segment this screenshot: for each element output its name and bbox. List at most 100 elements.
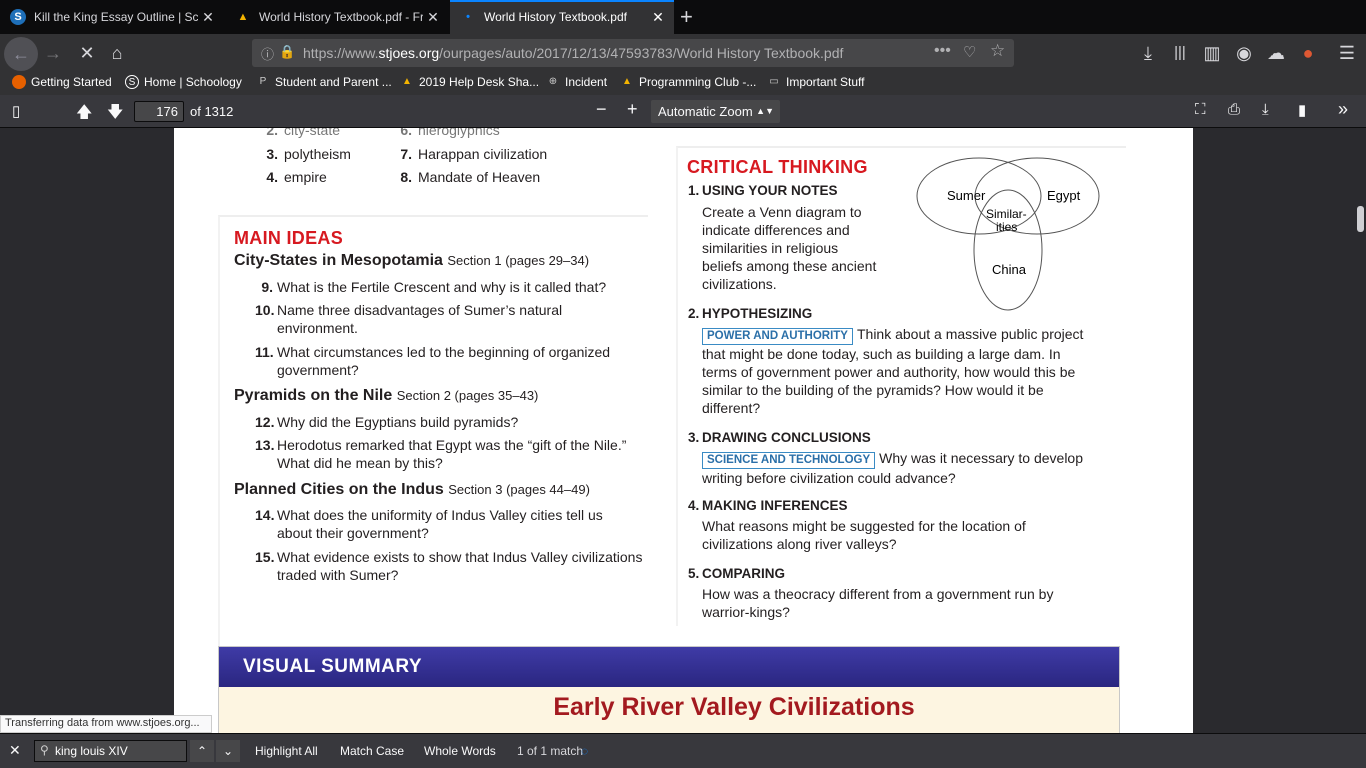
tab-pdf-active[interactable]: • World History Textbook.pdf ✕ (450, 0, 674, 34)
find-bar: ✕ king louis XIV ⚲ ⌃ ⌄ Highlight All Mat… (0, 733, 1366, 768)
downloads-icon[interactable]: ⤓ (1133, 39, 1163, 67)
bookmark-important-stuff[interactable]: ▭ Important Stuff (767, 75, 864, 89)
item-text: SCIENCE AND TECHNOLOGY Why was it necessa… (702, 450, 1084, 486)
critical-thinking-title: CRITICAL THINKING (687, 157, 868, 177)
back-button[interactable]: ← (4, 37, 38, 71)
pdf-viewer[interactable]: 2. city-state 6. hieroglyphics 3. polytheis… (0, 128, 1366, 733)
navigation-toolbar: ← → ✕ ⌂ ⓘ 🔒 https://www.stjoes.org/ourpa… (0, 34, 1366, 72)
bookmark-icon[interactable]: ▮ (1298, 101, 1306, 119)
question: 15. What evidence exists to show that Ind… (255, 549, 643, 583)
theme-tag: POWER AND AUTHORITY (702, 328, 853, 345)
url-bar[interactable]: ⓘ 🔒 https://www.stjoes.org/ourpages/auto… (252, 39, 1014, 67)
tab-drive-pdf[interactable]: ▲ World History Textbook.pdf - Fr ✕ (225, 0, 449, 34)
bookmark-getting-started[interactable]: Getting Started (12, 75, 112, 89)
schoology-icon: S (125, 75, 139, 89)
item-heading: 1. USING YOUR NOTES (688, 183, 838, 198)
bookmark-student-parent[interactable]: P Student and Parent ... (256, 75, 392, 89)
page-number-input[interactable]: 176 (134, 101, 184, 122)
question: 9. What is the Fertile Crescent and why i… (261, 279, 607, 295)
loading-spinner-icon: ◌ (581, 744, 589, 758)
item-heading: 4. MAKING INFERENCES (688, 498, 848, 513)
match-case-checkbox[interactable]: Match Case (340, 740, 404, 762)
item-heading: 5. COMPARING (688, 566, 785, 581)
bookmark-programming-club[interactable]: ▲ Programming Club -... (620, 75, 756, 89)
bookmarks-toolbar: Getting Started S Home | Schoology P Stude… (0, 72, 1366, 95)
status-text: Transferring data from www.stjoes.org... (0, 715, 212, 733)
stop-button[interactable]: ✕ (72, 39, 102, 67)
tools-icon[interactable]: » (1338, 99, 1348, 120)
menu-icon[interactable]: ☰ (1332, 39, 1362, 67)
zoom-select[interactable]: Automatic Zoom ▲▼ (651, 100, 780, 123)
venn-label-mid: ities (996, 220, 1017, 234)
pocket-icon[interactable]: ♡ (963, 43, 976, 61)
duckduckgo-icon[interactable]: ● (1293, 39, 1323, 67)
tab-schoology[interactable]: S Kill the King Essay Outline | Sch ✕ (0, 0, 224, 34)
theme-tag: SCIENCE AND TECHNOLOGY (702, 452, 876, 469)
page-icon: P (259, 76, 267, 87)
critical-thinking-box: CRITICAL THINKING 1. USING YOUR NOTES Cre… (676, 146, 1126, 626)
whole-words-checkbox[interactable]: Whole Words (424, 740, 496, 762)
tab-title: World History Textbook.pdf (484, 10, 627, 24)
visual-summary-title: Early River Valley Civilizations (553, 693, 915, 721)
new-tab-button[interactable]: + (680, 4, 693, 30)
search-icon: ⚲ (40, 743, 49, 757)
info-icon[interactable]: ⓘ (261, 44, 274, 63)
zoom-out-icon[interactable]: − (596, 99, 607, 120)
highlight-all-checkbox[interactable]: Highlight All (255, 740, 318, 762)
visual-summary-heading: VISUAL SUMMARY (219, 647, 1119, 687)
vocab-cut: 2. city-state (266, 128, 341, 138)
google-drive-icon: ▲ (622, 76, 632, 87)
close-tab-icon[interactable]: ✕ (198, 9, 218, 26)
find-next-button[interactable]: ⌄ (216, 740, 240, 762)
print-icon[interactable]: ⎙ (1228, 101, 1240, 118)
close-tab-icon[interactable]: ✕ (648, 9, 668, 26)
presentation-mode-icon[interactable]: ⛶ (1195, 101, 1206, 118)
vocab-cut: 6. hieroglyphics (400, 128, 500, 138)
next-page-icon[interactable]: 🡇 (107, 101, 123, 128)
visual-summary: VISUAL SUMMARY Early River Valley Civili… (218, 646, 1120, 733)
main-ideas-box: MAIN IDEAS City-States in Mesopotamia Se… (218, 215, 648, 675)
find-input[interactable]: king louis XIV (34, 740, 187, 762)
question: 13. Herodotus remarked that Egypt was the… (255, 437, 627, 471)
library-icon[interactable]: ||| (1165, 39, 1195, 67)
download-icon[interactable]: ⤓ (1262, 101, 1269, 118)
google-drive-icon: ▲ (237, 11, 249, 23)
tab-title: World History Textbook.pdf - Fr (259, 10, 423, 24)
close-find-icon[interactable]: ✕ (9, 742, 21, 759)
sidebar-toggle-icon[interactable]: ▯ (12, 102, 20, 120)
section-heading: City-States in Mesopotamia Section 1 (pa… (234, 252, 590, 269)
folder-icon: ▭ (769, 76, 779, 87)
venn-label-mid: Similar- (986, 207, 1027, 221)
forward-button[interactable]: → (38, 39, 68, 67)
main-ideas-title: MAIN IDEAS (234, 228, 344, 248)
bookmark-schoology[interactable]: S Home | Schoology (125, 75, 242, 89)
question: 11. What circumstances led to the beginni… (255, 344, 611, 378)
venn-label-egypt: Egypt (1047, 188, 1081, 203)
item-text: Create a Venn diagram to indicate differ… (702, 204, 877, 292)
venn-diagram: Sumer Egypt China Similar- ities (916, 157, 1100, 311)
sidebar-icon[interactable]: ▥ (1197, 39, 1227, 67)
venn-label-china: China (992, 262, 1027, 277)
find-previous-button[interactable]: ⌃ (190, 740, 214, 762)
home-button[interactable]: ⌂ (102, 39, 132, 67)
previous-page-icon[interactable]: 🡅 (76, 101, 92, 128)
lock-icon[interactable]: 🔒 (279, 44, 295, 60)
vocab-item: 4. empire (266, 169, 327, 185)
url-text[interactable]: https://www.stjoes.org/ourpages/auto/201… (303, 45, 843, 61)
bookmark-star-icon[interactable]: ☆ (990, 41, 1005, 61)
extension-icon[interactable]: ☁ (1261, 39, 1291, 67)
page-actions-icon[interactable]: ••• (934, 42, 951, 60)
item-text: POWER AND AUTHORITY Think about a massive… (702, 326, 1084, 416)
question: 14. What does the uniformity of Indus Val… (255, 507, 603, 541)
account-icon[interactable]: ◉ (1229, 39, 1259, 67)
bookmark-incident[interactable]: ⊕ Incident (546, 75, 607, 89)
tab-title: Kill the King Essay Outline | Sch (34, 10, 198, 24)
bookmark-help-desk[interactable]: ▲ 2019 Help Desk Sha... (400, 75, 539, 89)
vocab-item: 3. polytheism (266, 146, 351, 162)
page-count: of 1312 (190, 104, 234, 119)
zoom-in-icon[interactable]: + (627, 99, 638, 120)
close-tab-icon[interactable]: ✕ (423, 9, 443, 26)
pdf-toolbar: ▯ 🡅 🡇 176 of 1312 − + Automatic Zoom ▲▼ ⛶… (0, 95, 1366, 128)
scrollbar-thumb[interactable] (1357, 206, 1364, 232)
chevron-updown-icon: ▲▼ (756, 106, 774, 116)
